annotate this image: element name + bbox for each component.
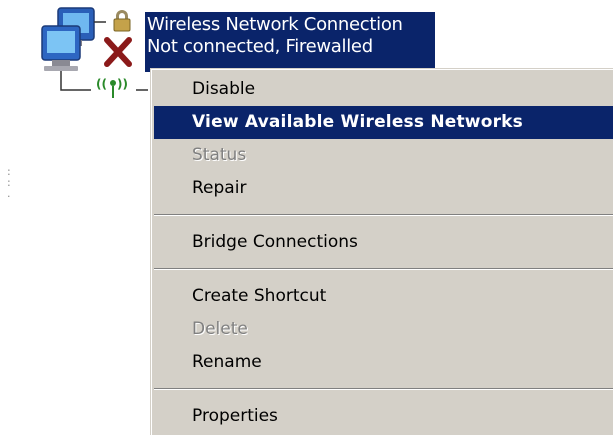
menu-item-create-shortcut[interactable]: Create Shortcut (154, 280, 613, 313)
menu-item-view-available-wireless-networks[interactable]: View Available Wireless Networks (154, 106, 613, 139)
wireless-connection-icon[interactable]: (( )) (36, 6, 148, 100)
menu-item-disable[interactable]: Disable (154, 73, 613, 106)
svg-text:((: (( (96, 77, 107, 91)
menu-separator (154, 388, 613, 390)
svg-text:)): )) (117, 77, 128, 91)
menu-item-bridge-connections[interactable]: Bridge Connections (154, 226, 613, 259)
menu-item-properties[interactable]: Properties (154, 400, 613, 433)
context-menu: Disable View Available Wireless Networks… (150, 68, 613, 435)
menu-separator (154, 214, 613, 216)
wireless-signal-icon: (( )) (96, 77, 128, 98)
lock-icon (113, 10, 131, 32)
connection-status: Not connected, Firewalled (147, 36, 373, 57)
menu-item-delete[interactable]: Delete (154, 313, 613, 346)
menu-item-rename[interactable]: Rename (154, 346, 613, 379)
folder-view-marks: : : . (7, 165, 11, 200)
menu-separator (154, 268, 613, 270)
network-computers-icon (41, 7, 148, 91)
connection-label[interactable]: Wireless Network Connection Not connecte… (145, 12, 435, 72)
disconnected-x-icon (104, 37, 132, 67)
menu-item-status[interactable]: Status (154, 139, 613, 172)
desktop-folder-view: (( )) Wireless Network Connection Not co… (0, 0, 613, 435)
connection-name: Wireless Network Connection (147, 14, 403, 35)
menu-item-repair[interactable]: Repair (154, 172, 613, 205)
